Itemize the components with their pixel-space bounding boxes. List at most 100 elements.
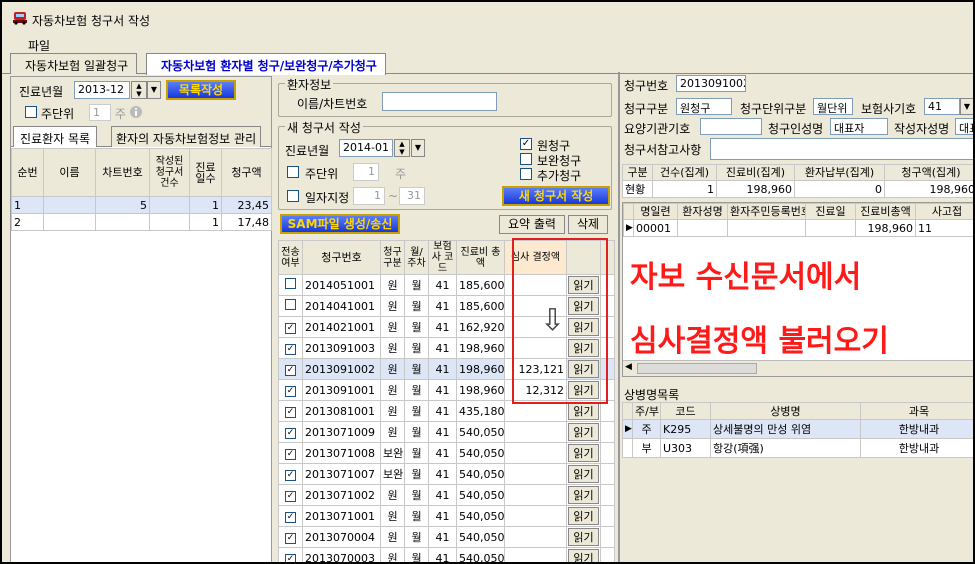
total-amount: 198,960: [456, 358, 505, 380]
ins-code: 41: [428, 547, 457, 562]
claim-unit-field: 월단위: [813, 98, 853, 115]
sent-checkbox[interactable]: [278, 295, 303, 317]
claim-period: 월: [404, 400, 429, 422]
claim-row[interactable]: ✓ 2013071008 보완 월 41 540,050 읽기: [278, 442, 615, 464]
claim-row[interactable]: ✓ 2013071009 원 월 41 540,050 읽기: [278, 421, 615, 443]
sent-checkbox[interactable]: ✓: [278, 442, 303, 464]
tab-batch-claim[interactable]: 자동차보험 일괄청구: [10, 53, 138, 74]
summary-print-button[interactable]: 요약 출력: [499, 215, 565, 234]
claim-period: 월: [404, 484, 429, 506]
sent-checkbox[interactable]: ✓: [278, 358, 303, 380]
detail-row[interactable]: ▶ 00001 198,960 11: [623, 219, 973, 237]
sent-checkbox[interactable]: ✓: [278, 526, 303, 548]
sent-checkbox[interactable]: ✓: [278, 484, 303, 506]
total-amount: 198,960: [456, 379, 505, 401]
option-additional-checkbox[interactable]: [520, 168, 532, 180]
option-supplement-checkbox[interactable]: [520, 153, 532, 165]
ins-code: 41: [428, 442, 457, 464]
claim-weekly-label: 주단위: [305, 167, 339, 181]
list-create-button[interactable]: 목록작성: [166, 80, 236, 100]
ins-code: 41: [428, 526, 457, 548]
ins-code: 41: [428, 316, 457, 338]
claim-period: 월: [404, 274, 429, 296]
claim-no-field: 2013091002: [676, 75, 746, 92]
decided-amount: [504, 463, 567, 485]
scroll-thumb[interactable]: [637, 363, 757, 374]
sent-checkbox[interactable]: ✓: [278, 505, 303, 527]
read-button[interactable]: 읽기: [566, 463, 601, 485]
org-code-field: [700, 118, 762, 135]
dx-row[interactable]: 부 U303 항강(項强) 한방내과: [622, 438, 973, 458]
weekly-checkbox[interactable]: [25, 106, 37, 118]
patient-row[interactable]: 1 5 1 23,45: [11, 196, 272, 214]
claim-row[interactable]: ✓ 2013071001 원 월 41 540,050 읽기: [278, 505, 615, 527]
claim-weekly-input[interactable]: 1: [353, 163, 379, 181]
tab-insurance-info[interactable]: 환자의 자동차보험정보 관리: [111, 126, 262, 147]
col-name: 이름: [43, 148, 96, 197]
ins-code: 41: [428, 337, 457, 359]
sent-checkbox[interactable]: ✓: [278, 400, 303, 422]
dx-row[interactable]: ▶ 주 K295 상세불명의 만성 위염 한방내과: [622, 419, 973, 439]
range-to-input[interactable]: 31: [399, 187, 425, 205]
read-button[interactable]: 읽기: [566, 547, 601, 562]
overlay-line-1: 자보 수신문서에서: [626, 260, 972, 296]
claim-period: 월: [404, 316, 429, 338]
read-button[interactable]: 읽기: [566, 442, 601, 464]
sent-checkbox[interactable]: ✓: [278, 316, 303, 338]
sent-checkbox[interactable]: ✓: [278, 337, 303, 359]
sent-checkbox[interactable]: ✓: [278, 463, 303, 485]
month-dropdown[interactable]: ▼: [147, 81, 161, 99]
sent-checkbox[interactable]: ✓: [278, 379, 303, 401]
tab-patient-list[interactable]: 진료환자 목록: [13, 126, 98, 147]
menu-file[interactable]: 파일: [28, 37, 50, 54]
delete-button[interactable]: 삭제: [568, 215, 608, 234]
detail-hscrollbar[interactable]: ◀: [623, 360, 973, 376]
writer-label: 작성자성명: [894, 122, 950, 136]
read-button[interactable]: 읽기: [566, 526, 601, 548]
claim-month-input[interactable]: 2014-01: [339, 139, 393, 157]
extra-cell: [600, 484, 615, 506]
dx-table: 주/부 코드 상병명 과목 ▶ 주 K295 상세불명의 만성 위염 한방내과 …: [622, 402, 973, 458]
info-icon: [130, 106, 142, 118]
patient-row[interactable]: 2 1 17,48: [11, 213, 272, 231]
claim-type: 원: [380, 400, 405, 422]
claim-type: 원: [380, 316, 405, 338]
claim-no: 2013071007: [302, 463, 381, 485]
daterange-checkbox[interactable]: [287, 190, 299, 202]
option-original-checkbox[interactable]: ✓: [520, 138, 532, 150]
right-panel: 청구번호 2013091002 청구구분 원청구 청구단위구분 월단위 보험사기…: [618, 72, 973, 562]
sam-file-button[interactable]: SAM파일 생성/송신: [280, 214, 400, 234]
claim-row[interactable]: ✓ 2013071002 원 월 41 540,050 읽기: [278, 484, 615, 506]
claim-row[interactable]: ✓ 2013071007 보완 월 41 540,050 읽기: [278, 463, 615, 485]
month-input[interactable]: 2013-12: [74, 81, 130, 99]
month-spinner[interactable]: ▲ ▼: [131, 81, 147, 99]
claim-row[interactable]: ✓ 2013070004 원 월 41 540,050 읽기: [278, 526, 615, 548]
read-button[interactable]: 읽기: [566, 505, 601, 527]
scroll-left-icon[interactable]: ◀: [625, 362, 632, 372]
weekly-input[interactable]: 1: [89, 104, 111, 121]
claim-row[interactable]: ✓ 2013070003 원 월 41 540,050 읽기: [278, 547, 615, 562]
ref-note-field[interactable]: [710, 138, 973, 160]
sent-checkbox[interactable]: ✓: [278, 421, 303, 443]
range-from-input[interactable]: 1: [353, 187, 385, 205]
tab-patient-claim[interactable]: 자동차보험 환자별 청구/보완청구/추가청구: [146, 53, 386, 75]
option-additional-label: 추가청구: [537, 169, 582, 183]
ins-code-field[interactable]: 41: [924, 98, 960, 115]
sent-checkbox[interactable]: ✓: [278, 547, 303, 562]
claim-month-dropdown[interactable]: ▼: [411, 139, 425, 157]
patient-name-input[interactable]: [382, 92, 497, 111]
range-separator: ~: [388, 189, 399, 203]
claim-weekly-checkbox[interactable]: [287, 166, 299, 178]
create-claim-button[interactable]: 새 청구서 작성: [502, 186, 610, 206]
sent-checkbox[interactable]: [278, 274, 303, 296]
ins-code-dropdown[interactable]: ▼: [960, 98, 973, 115]
claim-no: 2013071002: [302, 484, 381, 506]
ins-code: 41: [428, 400, 457, 422]
claim-month-spinner[interactable]: ▲ ▼: [394, 139, 410, 157]
dx-col-name: 상병명: [710, 402, 861, 420]
window-title: 자동차보험 청구서 작성: [32, 14, 151, 28]
read-button[interactable]: 읽기: [566, 484, 601, 506]
claim-period: 월: [404, 526, 429, 548]
read-button[interactable]: 읽기: [566, 421, 601, 443]
claim-no: 2013071001: [302, 505, 381, 527]
